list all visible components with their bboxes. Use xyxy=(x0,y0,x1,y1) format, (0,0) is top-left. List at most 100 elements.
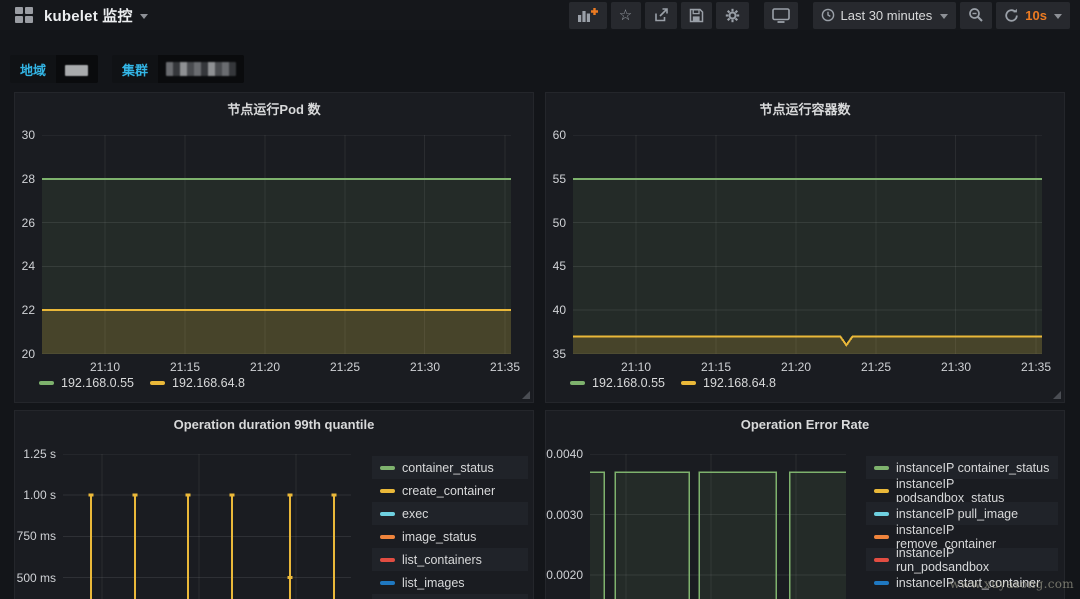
variable-cluster-label: 集群 xyxy=(112,60,158,79)
legend-item[interactable]: list_images xyxy=(372,571,528,594)
legend-label: create_container xyxy=(402,484,495,498)
x-axis-tick: 21:25 xyxy=(851,360,901,374)
dashboard-title[interactable]: kubelet 监控 xyxy=(44,5,133,26)
variable-region-label: 地域 xyxy=(10,60,56,79)
variable-cluster[interactable]: 集群 xyxy=(112,55,244,83)
y-axis-tick: 20 xyxy=(15,346,35,362)
template-variables-row: 地域 集群 xyxy=(10,55,244,83)
save-button[interactable] xyxy=(681,2,712,29)
variable-cluster-value[interactable] xyxy=(158,55,244,83)
y-axis-tick: 45 xyxy=(546,258,566,274)
legend: instanceIP container_statusinstanceIP po… xyxy=(866,456,1058,594)
y-axis-tick: 0.0040 xyxy=(546,446,583,462)
y-axis-tick: 24 xyxy=(15,258,35,274)
x-axis-tick: 21:30 xyxy=(931,360,981,374)
chevron-down-icon xyxy=(1054,14,1062,23)
legend-item[interactable]: exec xyxy=(372,502,528,525)
x-axis-tick: 21:15 xyxy=(691,360,741,374)
chevron-down-icon xyxy=(940,14,948,23)
legend-label: list_containers xyxy=(402,553,482,567)
series-color-dash xyxy=(874,581,889,585)
clock-icon xyxy=(821,8,835,22)
legend-label: instanceIP pull_image xyxy=(896,507,1018,521)
zoom-out-button[interactable] xyxy=(960,2,992,29)
y-axis-tick: 1.00 s xyxy=(15,487,56,503)
y-axis-tick: 30 xyxy=(15,127,35,143)
legend-label: 192.168.0.55 xyxy=(592,376,665,390)
legend-item[interactable]: create_container xyxy=(372,479,528,502)
series-color-dash xyxy=(380,558,395,562)
y-axis-tick: 0.0020 xyxy=(546,567,583,583)
x-axis-tick: 21:35 xyxy=(1011,360,1061,374)
star-button[interactable]: ☆ xyxy=(611,2,641,29)
series-color-dash xyxy=(570,381,585,385)
series-color-dash xyxy=(681,381,696,385)
variable-region-value[interactable] xyxy=(56,55,98,83)
x-axis-tick: 21:10 xyxy=(80,360,130,374)
y-axis-tick: 750 ms xyxy=(15,528,56,544)
time-range-picker[interactable]: Last 30 minutes xyxy=(813,2,957,29)
legend-label: image_status xyxy=(402,530,476,544)
x-axis-tick: 21:20 xyxy=(240,360,290,374)
legend-item[interactable]: 192.168.64.8 xyxy=(150,376,245,390)
y-axis-tick: 1.25 s xyxy=(15,446,56,462)
legend-item[interactable]: container_status xyxy=(372,456,528,479)
navbar: kubelet 监控 ☆ Last 30 minutes xyxy=(0,0,1080,30)
x-axis-tick: 21:30 xyxy=(400,360,450,374)
legend-item[interactable]: 192.168.64.8 xyxy=(681,376,776,390)
censored-value xyxy=(166,62,236,76)
legend-item[interactable]: list_podsandbox xyxy=(372,594,528,599)
series-color-dash xyxy=(380,512,395,516)
legend-label: 192.168.64.8 xyxy=(172,376,245,390)
series-color-dash xyxy=(874,535,889,539)
chart-svg xyxy=(42,135,511,354)
x-axis-tick: 21:15 xyxy=(160,360,210,374)
legend: 192.168.0.55 192.168.64.8 xyxy=(570,376,776,390)
variable-region[interactable]: 地域 xyxy=(10,55,98,83)
x-axis-tick: 21:25 xyxy=(320,360,370,374)
star-icon: ☆ xyxy=(619,8,632,23)
legend-item[interactable]: instanceIP podsandbox_status xyxy=(866,479,1058,502)
y-axis-tick: 35 xyxy=(546,346,566,362)
legend-item[interactable]: list_containers xyxy=(372,548,528,571)
panel-node-container-count: 节点运行容器数 60555045403521:1021:1521:2021:25… xyxy=(545,92,1065,403)
watermark: www.xuyasong.com xyxy=(950,577,1074,591)
series-color-dash xyxy=(39,381,54,385)
censored-value xyxy=(65,65,88,76)
series-color-dash xyxy=(874,466,889,470)
y-axis-tick: 60 xyxy=(546,127,566,143)
share-icon xyxy=(653,7,669,23)
chart-svg xyxy=(63,454,351,599)
legend-item[interactable]: 192.168.0.55 xyxy=(39,376,134,390)
y-axis-tick: 22 xyxy=(15,302,35,318)
x-axis-tick: 21:35 xyxy=(480,360,530,374)
legend-label: instanceIP run_podsandbox xyxy=(896,546,1050,574)
series-color-dash xyxy=(150,381,165,385)
legend-item[interactable]: instanceIP run_podsandbox xyxy=(866,548,1058,571)
legend-item[interactable]: image_status xyxy=(372,525,528,548)
settings-button[interactable] xyxy=(716,2,749,29)
time-range-label: Last 30 minutes xyxy=(841,8,933,23)
series-color-dash xyxy=(380,535,395,539)
legend-item[interactable]: 192.168.0.55 xyxy=(570,376,665,390)
legend: container_status create_containerexec imag… xyxy=(372,456,528,599)
y-axis-tick: 50 xyxy=(546,215,566,231)
panel-resize-handle[interactable] xyxy=(522,391,530,399)
cycle-view-button[interactable] xyxy=(764,2,798,29)
chart-svg xyxy=(573,135,1042,354)
panel-resize-handle[interactable] xyxy=(1053,391,1061,399)
dashboards-grid-icon[interactable] xyxy=(15,7,33,23)
share-button[interactable] xyxy=(645,2,677,29)
panel-operation-duration: Operation duration 99th quantile 1.25 s1… xyxy=(14,410,534,599)
refresh-interval-button[interactable]: 10s xyxy=(996,2,1070,29)
bar-chart-plus-icon xyxy=(577,7,599,23)
legend-label: container_status xyxy=(402,461,494,475)
tv-monitor-icon xyxy=(772,8,790,23)
add-panel-button[interactable] xyxy=(569,2,607,29)
chevron-down-icon[interactable] xyxy=(140,14,148,23)
legend: 192.168.0.55 192.168.64.8 xyxy=(39,376,245,390)
chart-area: 30282624222021:1021:1521:2021:2521:3021:… xyxy=(15,93,533,402)
floppy-save-icon xyxy=(689,8,704,23)
x-axis-tick: 21:20 xyxy=(771,360,821,374)
dashboard-app: kubelet 监控 ☆ Last 30 minutes xyxy=(0,0,1080,599)
